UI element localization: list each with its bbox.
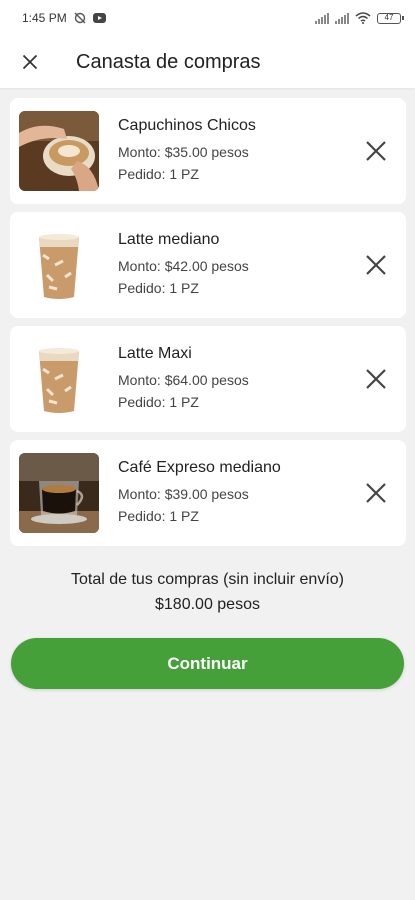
iced-latte-image — [19, 339, 99, 419]
signal-icon — [335, 12, 349, 24]
item-order: Pedido: 1 PZ — [118, 280, 199, 296]
cart-item: Latte mediano Monto: $42.00 pesos Pedido… — [10, 212, 406, 318]
item-name: Latte Maxi — [118, 345, 192, 362]
cart-list: Capuchinos Chicos Monto: $35.00 pesos Pe… — [10, 98, 406, 554]
continue-button[interactable]: Continuar — [11, 638, 404, 689]
remove-item-button[interactable] — [360, 249, 392, 281]
item-name: Capuchinos Chicos — [118, 117, 256, 134]
cart-item: Latte Maxi Monto: $64.00 pesos Pedido: 1… — [10, 326, 406, 432]
total-amount: $180.00 pesos — [155, 596, 260, 613]
battery-icon: 47 — [377, 12, 404, 24]
item-name: Latte mediano — [118, 231, 220, 248]
sync-off-icon — [74, 12, 86, 24]
close-icon — [366, 141, 386, 161]
cart-item: Café Expreso mediano Monto: $39.00 pesos… — [10, 440, 406, 546]
close-icon — [366, 369, 386, 389]
iced-latte-image — [19, 225, 99, 305]
wifi-icon — [355, 12, 371, 24]
item-amount: Monto: $39.00 pesos — [118, 486, 249, 502]
close-icon — [366, 483, 386, 503]
item-info: Capuchinos Chicos Monto: $35.00 pesos Pe… — [118, 117, 256, 185]
status-bar: 1:45 PM 47 — [0, 0, 415, 36]
item-info: Latte Maxi Monto: $64.00 pesos Pedido: 1… — [118, 345, 249, 413]
cart-item: Capuchinos Chicos Monto: $35.00 pesos Pe… — [10, 98, 406, 204]
status-right: 47 — [315, 12, 404, 24]
status-time: 1:45 PM — [22, 11, 67, 25]
item-order: Pedido: 1 PZ — [118, 508, 199, 524]
cart-total: Total de tus compras (sin incluir envío)… — [0, 568, 415, 618]
item-info: Café Expreso mediano Monto: $39.00 pesos… — [118, 459, 281, 527]
remove-item-button[interactable] — [360, 477, 392, 509]
app-header: Canasta de compras — [0, 36, 415, 88]
status-left: 1:45 PM — [22, 11, 106, 25]
remove-item-button[interactable] — [360, 363, 392, 395]
item-info: Latte mediano Monto: $42.00 pesos Pedido… — [118, 231, 249, 299]
item-amount: Monto: $64.00 pesos — [118, 372, 249, 388]
youtube-icon — [92, 13, 106, 23]
page-title: Canasta de compras — [76, 50, 261, 73]
remove-item-button[interactable] — [360, 135, 392, 167]
item-amount: Monto: $35.00 pesos — [118, 144, 249, 160]
cappuccino-image — [19, 111, 99, 191]
close-button[interactable] — [0, 36, 60, 88]
item-order: Pedido: 1 PZ — [118, 166, 199, 182]
total-label: Total de tus compras (sin incluir envío) — [71, 571, 344, 588]
item-amount: Monto: $42.00 pesos — [118, 258, 249, 274]
item-name: Café Expreso mediano — [118, 459, 281, 476]
espresso-image — [19, 453, 99, 533]
battery-level: 47 — [384, 12, 394, 22]
item-order: Pedido: 1 PZ — [118, 394, 199, 410]
close-icon — [22, 54, 38, 70]
signal-icon — [315, 12, 329, 24]
close-icon — [366, 255, 386, 275]
